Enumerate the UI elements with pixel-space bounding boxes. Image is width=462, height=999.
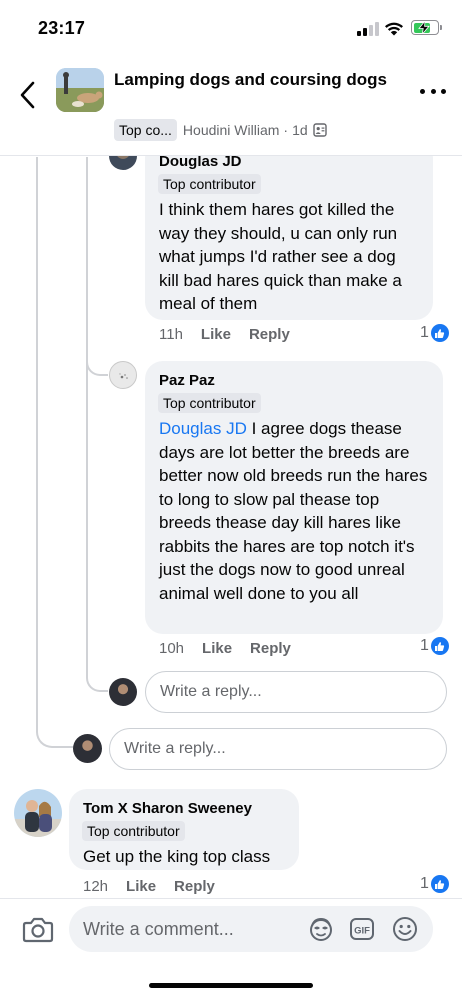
back-chevron-icon[interactable] [14,78,42,112]
reaction-number: 1 [420,875,429,892]
current-user-avatar [109,678,137,706]
dot [420,88,425,94]
like-reaction-icon [430,875,449,893]
wifi-icon [385,22,403,36]
thread-line-outer [36,157,38,727]
like-button[interactable]: Like [202,640,232,657]
avatar-sticker-icon[interactable] [306,916,336,942]
reply-button[interactable]: Reply [250,640,291,657]
comment-composer: Write a comment... GIF [0,898,462,999]
comment-time: 12h [83,878,109,895]
comment-text: I think them hares got killed the way th… [159,200,402,313]
post-meta: Top co... Houdini William · 1d [114,118,327,142]
group-thumbnail[interactable] [56,68,104,112]
contributor-badge: Top contributor [158,393,261,413]
comment-bubble-tom: Tom X Sharon Sweeney Top contributor Get… [69,789,299,870]
reply-placeholder: Write a reply... [160,683,262,700]
comment-actions: 11h Like Reply [159,326,290,343]
reaction-number: 1 [420,324,429,341]
thread-line-inner [86,157,88,517]
comment-bubble-douglas: Douglas JD Top contributor I think them … [145,140,433,320]
comment-placeholder: Write a comment... [83,919,234,939]
post-header: Lamping dogs and coursing dogs Top co...… [0,58,462,156]
thread-line-inner-curve-paz [86,358,108,376]
meta-separator: · [283,122,289,138]
comment-time: 11h [159,326,183,343]
thread-line-inner-curve-reply [86,505,108,692]
like-button[interactable]: Like [201,326,231,343]
status-bar: 23:17 [0,0,462,58]
status-time: 23:17 [38,18,86,38]
group-members-icon [312,123,327,137]
comment-text: Douglas JD I agree dogs thease days are … [159,417,430,605]
reaction-count[interactable]: 1 [420,324,449,342]
reply-placeholder: Write a reply... [124,740,226,757]
thread-line-outer-curve [36,710,74,748]
group-title[interactable]: Lamping dogs and coursing dogs [114,68,404,91]
like-reaction-icon [430,637,449,655]
reaction-count[interactable]: 1 [420,875,449,893]
reaction-count[interactable]: 1 [420,637,449,655]
more-options-button[interactable] [420,86,446,96]
svg-text:GIF: GIF [354,926,370,937]
battery-tip [440,25,442,30]
home-indicator [149,983,313,988]
current-user-avatar [73,734,102,763]
avatar[interactable] [109,361,137,389]
mention-link[interactable]: Douglas JD [159,419,247,438]
contributor-badge: Top contributor [82,821,185,841]
like-button[interactable]: Like [126,878,156,895]
charging-bolt-icon [418,21,430,34]
like-reaction-icon [430,324,449,342]
author-badge: Top co... [114,119,177,141]
commenter-name[interactable]: Tom X Sharon Sweeney [83,799,286,819]
reaction-number: 1 [420,637,429,654]
reply-input-thread[interactable]: Write a reply... [109,728,447,770]
dot [430,88,436,94]
reply-button[interactable]: Reply [249,326,290,343]
comment-text: Get up the king top class [83,847,271,866]
comment-time: 10h [159,640,185,657]
reply-button[interactable]: Reply [174,878,215,895]
gif-icon[interactable]: GIF [349,916,375,942]
comment-actions: 12h Like Reply [83,878,215,895]
camera-icon[interactable] [22,915,54,943]
comment-actions: 10h Like Reply [159,640,291,657]
avatar[interactable] [14,789,62,837]
post-time[interactable]: 1d [292,122,308,138]
contributor-badge: Top contributor [158,174,261,194]
comment-body: I agree dogs thease days are lot better … [159,419,428,603]
commenter-name[interactable]: Paz Paz [159,371,430,391]
emoji-icon[interactable] [392,916,418,942]
comment-bubble-paz: Paz Paz Top contributor Douglas JD I agr… [145,361,443,634]
signal-icon [357,22,379,36]
reply-input-nested[interactable]: Write a reply... [145,671,447,713]
post-author[interactable]: Houdini William [183,122,279,138]
comment-input[interactable]: Write a comment... GIF [69,906,433,952]
dot [441,88,446,94]
